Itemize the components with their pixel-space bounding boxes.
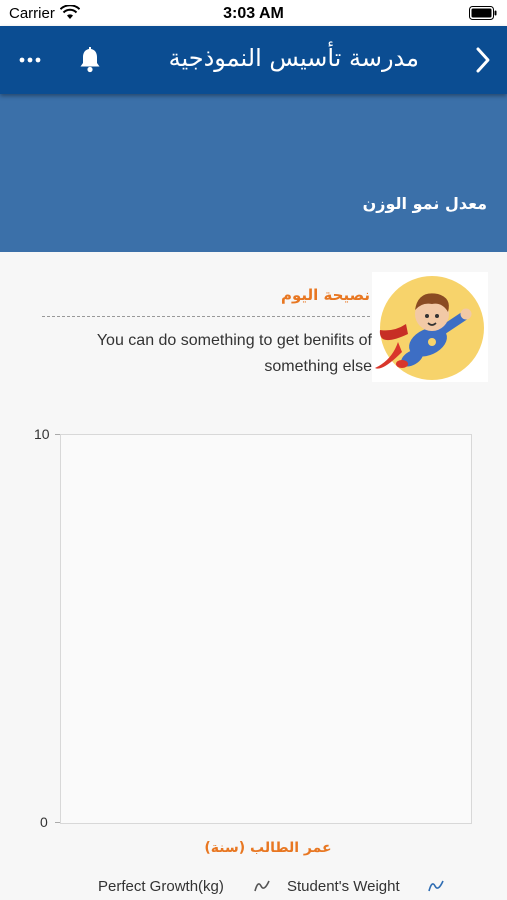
weight-growth-chart: 10 0 عمر الطالب (سنة): [0, 420, 507, 856]
chevron-right-icon[interactable]: [475, 46, 491, 79]
tip-text: You can do something to get benifits of …: [96, 332, 372, 375]
navigation-bar: مدرسة تأسيس النموذجية: [0, 26, 507, 94]
legend-label: Perfect Growth(kg): [98, 878, 224, 895]
more-icon[interactable]: [18, 48, 42, 77]
tip-title: نصيحة اليوم: [281, 286, 370, 304]
x-axis-label: عمر الطالب (سنة): [204, 840, 332, 856]
status-time: 3:03 AM: [223, 5, 284, 22]
line-chart-icon: [428, 878, 444, 898]
tip-card: نصيحة اليوم You can do something to get …: [40, 272, 488, 382]
y-tick-label: 0: [40, 814, 48, 830]
section-title: معدل نمو الوزن: [362, 194, 487, 213]
header-banner: معدل نمو الوزن: [0, 94, 507, 252]
plot-area: [60, 434, 472, 824]
bell-icon[interactable]: [78, 46, 102, 79]
tip-divider: [42, 316, 370, 317]
page-title: مدرسة تأسيس النموذجية: [168, 44, 419, 72]
battery-icon: [469, 6, 497, 25]
y-tick-label: 10: [34, 426, 50, 442]
line-chart-icon: [254, 878, 270, 898]
superhero-illustration: [372, 272, 488, 382]
status-bar: Carrier 3:03 AM: [0, 0, 507, 26]
chart-legend: Perfect Growth(kg) Student's Weight: [0, 878, 507, 898]
legend-label: Student's Weight: [287, 878, 400, 895]
